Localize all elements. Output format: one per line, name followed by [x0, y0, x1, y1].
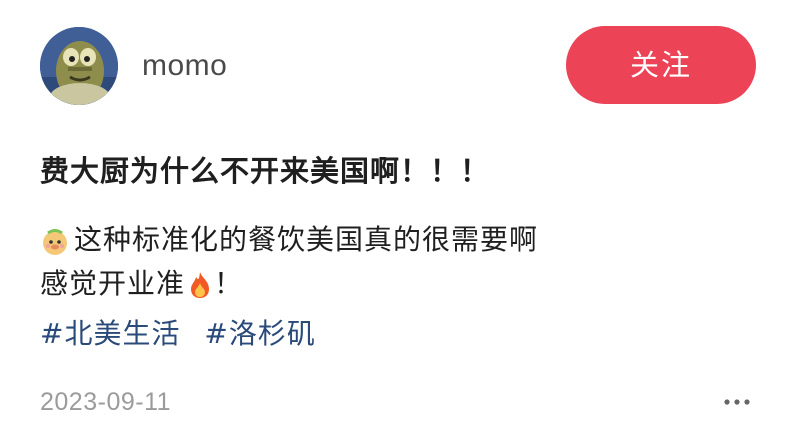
post-date: 2023-09-11	[40, 388, 172, 416]
fire-emoji-icon	[187, 269, 213, 299]
follow-button[interactable]: 关注	[566, 26, 756, 104]
body-line-2-suffix: ！	[214, 267, 244, 300]
post-header: momo 关注	[0, 0, 790, 130]
tag-luoshanji[interactable]: #洛杉矶	[204, 317, 315, 350]
cute-face-emoji-icon	[40, 225, 70, 255]
username[interactable]: momo	[142, 46, 227, 86]
tag-beimei-shenghuo[interactable]: #北美生活	[40, 317, 180, 350]
more-dots-icon[interactable]	[720, 388, 754, 416]
body-line-1-text: 这种标准化的餐饮美国真的很需要啊	[74, 223, 539, 256]
avatar[interactable]	[40, 27, 118, 105]
tag-list: #北美生活 #洛杉矶	[40, 313, 330, 355]
post-body: 这种标准化的餐饮美国真的很需要啊 感觉开业准 ！	[40, 218, 760, 306]
body-line-2-text: 感觉开业准	[40, 267, 186, 300]
post-title: 费大厨为什么不开来美国啊！！！	[40, 154, 491, 188]
cartoon-fish-avatar-icon	[40, 27, 118, 105]
body-line-1: 这种标准化的餐饮美国真的很需要啊	[40, 218, 760, 262]
body-line-2: 感觉开业准 ！	[40, 262, 760, 306]
